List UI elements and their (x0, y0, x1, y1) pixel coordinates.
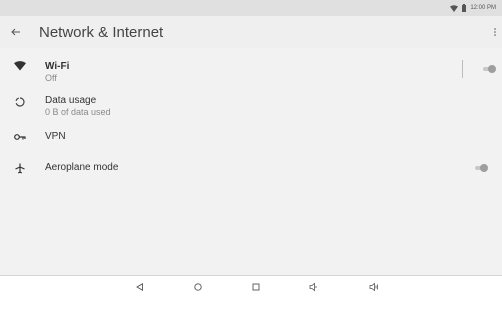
arrow-back-icon[interactable] (8, 24, 24, 40)
data-usage-icon (14, 96, 26, 108)
setting-aeroplane-mode[interactable]: Aeroplane mode (0, 158, 502, 178)
volume-up-icon[interactable] (368, 281, 380, 293)
settings-list: Wi-Fi Off Data usage 0 B of data used VP… (0, 48, 502, 275)
setting-data-usage-subtitle: 0 B of data used (45, 107, 111, 117)
setting-data-usage[interactable]: Data usage 0 B of data used (0, 91, 502, 121)
app-bar: Network & Internet (0, 16, 502, 48)
more-vert-icon[interactable] (490, 24, 500, 40)
battery-icon (462, 4, 467, 12)
setting-wifi-subtitle: Off (45, 73, 57, 83)
setting-data-usage-title: Data usage (45, 95, 97, 106)
aeroplane-mode-toggle[interactable] (474, 164, 488, 172)
wifi-status-icon (450, 4, 459, 12)
setting-aeroplane-mode-title: Aeroplane mode (45, 162, 119, 173)
page-title: Network & Internet (39, 24, 164, 41)
wifi-toggle[interactable] (482, 65, 496, 73)
aeroplane-toggle-thumb (480, 164, 488, 172)
recents-square-icon[interactable] (250, 281, 262, 293)
vpn-key-icon (14, 131, 26, 143)
navigation-bar (0, 275, 502, 297)
status-bar: 12:00 PM (0, 0, 502, 16)
airplane-icon (14, 162, 26, 174)
back-triangle-icon[interactable] (134, 281, 146, 293)
setting-vpn[interactable]: VPN (0, 128, 502, 148)
setting-wifi[interactable]: Wi-Fi Off (0, 56, 502, 86)
volume-down-icon[interactable] (308, 281, 320, 293)
home-circle-icon[interactable] (192, 281, 204, 293)
setting-vpn-title: VPN (45, 131, 66, 142)
setting-wifi-title: Wi-Fi (45, 61, 70, 72)
android-screen: 12:00 PM Network & Internet Wi-Fi Off Da… (0, 0, 502, 317)
wifi-icon (14, 60, 26, 72)
vertical-divider (462, 60, 463, 78)
wifi-toggle-thumb (488, 65, 496, 73)
status-time: 12:00 PM (470, 5, 496, 11)
